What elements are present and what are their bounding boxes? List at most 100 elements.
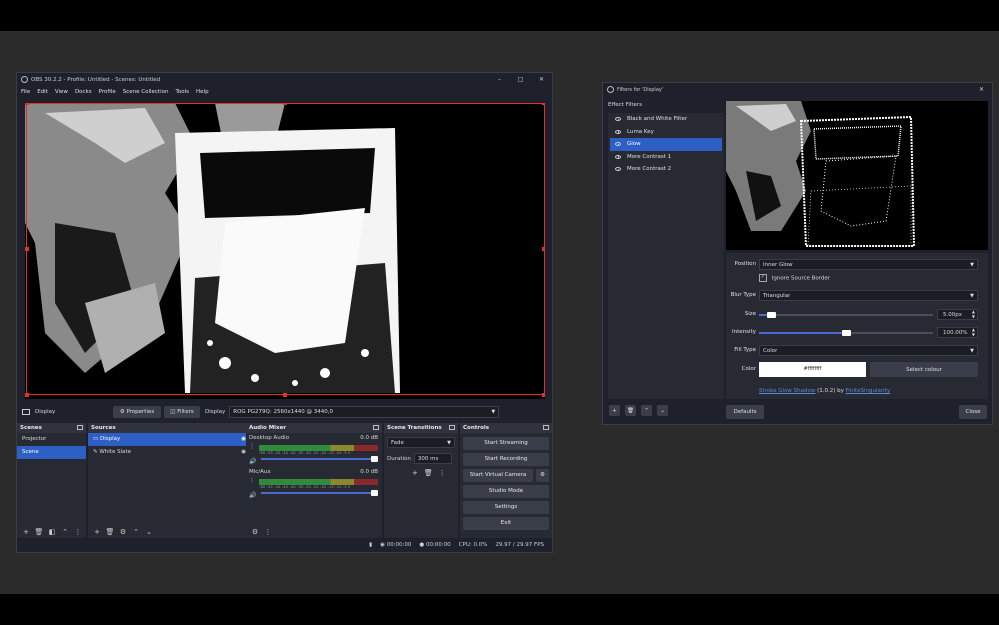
spin-arrows-icon[interactable]: ▲ ▼ [972,309,975,319]
source-selection-box[interactable] [26,103,545,395]
menu-scene-collection[interactable]: Scene Collection [123,89,169,95]
start-recording-button[interactable]: Start Recording [463,453,549,466]
close-button[interactable]: Close [959,405,987,419]
slider-handle[interactable] [371,490,378,496]
resize-handle-bl[interactable] [25,393,29,397]
source-item-display[interactable]: ▭ Display ◉ 🔒 [88,433,260,446]
slider-handle[interactable] [371,456,378,462]
exit-button[interactable]: Exit [463,517,549,530]
menu-view[interactable]: View [55,89,68,95]
intensity-slider[interactable] [759,330,933,336]
more-icon[interactable]: ⋮ [439,469,446,477]
resize-handle-r[interactable] [542,247,545,251]
properties-button[interactable]: ⚙ Properties [113,406,161,418]
down-arrow-icon[interactable]: ⌄ [144,528,154,536]
intensity-spinbox[interactable]: 100.00% ▲ ▼ [937,327,978,338]
filters-button[interactable]: ◫ Filters [164,406,200,418]
up-arrow-icon[interactable]: ⌃ [641,405,652,416]
source-item-white-slate[interactable]: ✎ White Slate ◉ 🔒 [88,446,260,459]
undock-icon[interactable] [449,425,455,430]
volume-slider[interactable] [261,490,378,496]
resize-handle-tr[interactable] [542,103,545,105]
obs-main-window: OBS 30.2.2 - Profile: Untitled - Scenes:… [16,72,553,553]
trash-icon[interactable]: 🗑 [34,528,44,536]
more-icon[interactable]: ⋮ [263,528,273,536]
speaker-icon[interactable]: 🔊 [249,492,256,499]
up-arrow-icon[interactable]: ⌃ [131,528,141,536]
add-icon[interactable]: + [92,528,102,536]
close-window-button[interactable]: ✕ [531,76,552,83]
close-window-button[interactable]: ✕ [971,86,992,93]
trash-icon[interactable]: 🗑 [105,528,115,536]
slider-handle[interactable] [767,312,777,318]
resize-handle-l[interactable] [25,247,29,251]
menu-edit[interactable]: Edit [37,89,48,95]
filter-item-luma-key[interactable]: Luma Key [610,126,722,139]
eye-icon[interactable] [615,117,621,121]
maximize-button[interactable]: □ [510,76,531,83]
menu-docks[interactable]: Docks [75,89,92,95]
author-link[interactable]: FiniteSingularity [846,388,890,394]
trash-icon[interactable]: 🗑 [625,405,636,416]
preview-canvas[interactable] [25,103,545,399]
size-slider[interactable] [759,312,933,318]
speaker-icon[interactable]: 🔊 [249,458,256,465]
select-colour-button[interactable]: Select colour [870,362,978,377]
settings-button[interactable]: Settings [463,501,549,514]
add-icon[interactable]: + [412,469,418,477]
eye-icon[interactable] [615,154,621,159]
transition-select[interactable]: Fade ▼ [387,437,455,448]
spin-arrows-icon[interactable]: ▲ ▼ [972,327,975,337]
slider-handle[interactable] [842,330,851,336]
more-icon[interactable]: ⋮ [249,477,255,484]
menu-tools[interactable]: Tools [175,89,189,95]
menu-bar: File Edit View Docks Profile Scene Colle… [17,86,552,97]
scene-item-scene[interactable]: Scene [17,446,86,459]
menu-file[interactable]: File [21,89,30,95]
menu-profile[interactable]: Profile [99,89,116,95]
undock-icon[interactable] [543,425,549,430]
ignore-border-checkbox[interactable]: ✓ [759,274,767,282]
eye-icon[interactable] [615,167,621,171]
resize-handle-tl[interactable] [25,103,29,105]
filter-icon[interactable]: ◧ [47,528,57,536]
defaults-button[interactable]: Defaults [726,405,764,419]
gear-icon[interactable]: ⚙ [250,528,260,536]
menu-help[interactable]: Help [196,89,209,95]
duration-input[interactable]: 300 ms [413,453,452,464]
scene-item-projector[interactable]: Projector [17,433,86,446]
start-virtual-camera-button[interactable]: Start Virtual Camera [463,469,533,482]
minimize-button[interactable]: – [489,76,510,83]
gear-icon[interactable]: ⚙ [118,528,128,536]
studio-mode-button[interactable]: Studio Mode [463,485,549,498]
filter-item-more-contrast-2[interactable]: More Contrast 2 [610,163,722,176]
plugin-link[interactable]: Stroke Glow Shadow [759,388,815,394]
filter-item-black-white[interactable]: Black and White Filter [610,113,722,126]
add-icon[interactable]: + [21,528,31,536]
ignore-border-row: ✓ Ignore Source Border [759,274,959,285]
add-icon[interactable]: + [609,405,620,416]
position-select[interactable]: Inner Glow ▼ [759,259,978,270]
size-spinbox[interactable]: 5.00px ▲ ▼ [937,309,978,320]
eye-icon[interactable] [615,129,621,134]
resize-handle-b[interactable] [283,393,287,397]
start-streaming-button[interactable]: Start Streaming [463,437,549,450]
filter-item-more-contrast-1[interactable]: More Contrast 1 [610,151,722,164]
virtual-camera-settings-button[interactable]: ⚙ [536,469,549,482]
up-arrow-icon[interactable]: ⌃ [60,528,70,536]
blur-type-select[interactable]: Triangular ▼ [759,290,978,301]
trash-icon[interactable]: 🗑 [424,469,433,477]
fill-type-select[interactable]: Color ▼ [759,345,978,356]
volume-slider[interactable] [261,456,378,462]
undock-icon[interactable] [77,425,83,430]
undock-icon[interactable] [373,425,379,430]
resize-handle-t[interactable] [283,103,287,105]
source-label: White Slate [99,449,132,455]
eye-icon[interactable] [615,142,621,146]
more-icon[interactable]: ⋮ [249,443,255,450]
resize-handle-br[interactable] [542,393,545,397]
filter-item-glow[interactable]: Glow [610,138,722,151]
display-select[interactable]: ROG PG279Q: 2560x1440 @ 3440,0 ▼ [229,406,500,418]
more-icon[interactable]: ⋮ [73,528,83,536]
down-arrow-icon[interactable]: ⌄ [657,405,668,416]
